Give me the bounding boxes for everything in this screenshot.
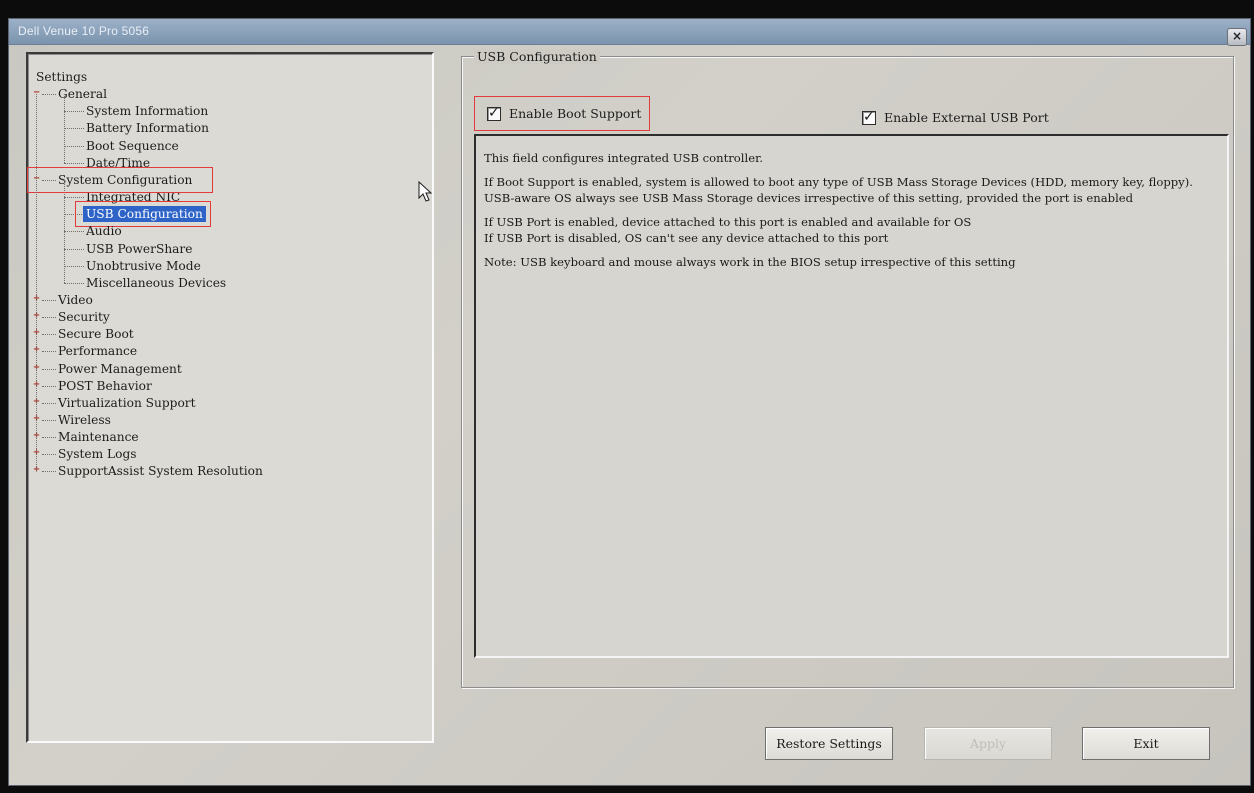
tree-connector bbox=[42, 454, 56, 456]
tree-connector bbox=[42, 471, 56, 473]
tree-connector bbox=[64, 282, 84, 284]
checkmark-icon: ✓ bbox=[863, 108, 875, 125]
desc-line: USB-aware OS always see USB Mass Storage… bbox=[484, 191, 1134, 205]
annotation-highlight-boot-support bbox=[474, 96, 650, 131]
tree-item-audio[interactable]: Audio bbox=[86, 223, 122, 239]
tree-connector bbox=[64, 265, 84, 267]
annotation-highlight-system-configuration bbox=[27, 166, 213, 193]
tree-connector bbox=[42, 299, 56, 301]
tree-item-video[interactable]: Video bbox=[58, 292, 93, 308]
tree-item-system-logs[interactable]: System Logs bbox=[58, 446, 137, 462]
tree-item-virtualization-support[interactable]: Virtualization Support bbox=[58, 395, 196, 411]
tree-connector bbox=[42, 94, 56, 96]
enable-external-usb-port-label[interactable]: Enable External USB Port bbox=[884, 110, 1049, 125]
help-description-text: This field configures integrated USB con… bbox=[484, 150, 1229, 278]
enable-external-usb-port-option[interactable]: ✓ Enable External USB Port bbox=[862, 108, 1049, 125]
tree-connector bbox=[42, 351, 56, 353]
desc-line: This field configures integrated USB con… bbox=[484, 151, 764, 165]
tree-connector bbox=[42, 402, 56, 404]
tree-connector bbox=[42, 334, 56, 336]
tree-item-boot-sequence[interactable]: Boot Sequence bbox=[86, 138, 179, 154]
desc-line: Note: USB keyboard and mouse always work… bbox=[484, 255, 1016, 269]
group-title: USB Configuration bbox=[474, 49, 600, 64]
tree-connector bbox=[64, 94, 65, 163]
tree-item-general[interactable]: General bbox=[58, 86, 107, 102]
tree-connector bbox=[42, 420, 56, 421]
tree-item-performance[interactable]: Performance bbox=[58, 343, 137, 359]
apply-button[interactable]: Apply bbox=[924, 727, 1052, 760]
tree-connector bbox=[64, 197, 84, 199]
tree-connector bbox=[36, 94, 37, 472]
tree-connector bbox=[64, 231, 84, 233]
exit-button[interactable]: Exit bbox=[1082, 727, 1210, 760]
settings-tree: Settings − General System Information Batter… bbox=[27, 54, 432, 741]
tree-item-security[interactable]: Security bbox=[58, 309, 110, 325]
tree-connector bbox=[64, 111, 84, 113]
tree-item-maintenance[interactable]: Maintenance bbox=[58, 429, 139, 445]
title-bar: Dell Venue 10 Pro 5056 × bbox=[9, 19, 1250, 46]
tree-item-supportassist-system-resolution[interactable]: SupportAssist System Resolution bbox=[58, 463, 263, 479]
tree-connector bbox=[64, 248, 84, 250]
window-title: Dell Venue 10 Pro 5056 bbox=[18, 24, 150, 38]
tree-item-system-information[interactable]: System Information bbox=[86, 103, 208, 119]
tree-item-battery-information[interactable]: Battery Information bbox=[86, 120, 209, 136]
desc-line: If USB Port is enabled, device attached … bbox=[484, 215, 972, 229]
mouse-pointer-icon bbox=[418, 181, 433, 202]
tree-connector bbox=[42, 385, 56, 387]
tree-item-power-management[interactable]: Power Management bbox=[58, 361, 182, 377]
tree-connector bbox=[42, 317, 56, 319]
restore-settings-button[interactable]: Restore Settings bbox=[765, 727, 893, 760]
tree-item-secure-boot[interactable]: Secure Boot bbox=[58, 326, 134, 342]
desc-line: If USB Port is disabled, OS can't see an… bbox=[484, 231, 889, 245]
tree-item-wireless[interactable]: Wireless bbox=[58, 412, 111, 428]
tree-connector bbox=[42, 368, 56, 370]
desc-line: If Boot Support is enabled, system is al… bbox=[484, 175, 1193, 189]
help-description-box: This field configures integrated USB con… bbox=[474, 134, 1229, 658]
tree-item-usb-powershare[interactable]: USB PowerShare bbox=[86, 241, 192, 257]
settings-tree-panel[interactable]: Settings − General System Information Batter… bbox=[26, 52, 434, 743]
tree-connector bbox=[64, 128, 84, 130]
tree-item-unobtrusive-mode[interactable]: Unobtrusive Mode bbox=[86, 258, 201, 274]
enable-external-usb-port-checkbox[interactable]: ✓ bbox=[862, 108, 876, 125]
tree-connector bbox=[64, 162, 84, 164]
tree-root-settings[interactable]: Settings bbox=[36, 69, 87, 85]
tree-connector bbox=[64, 145, 84, 147]
tree-connector bbox=[42, 437, 56, 439]
close-button[interactable]: × bbox=[1227, 28, 1247, 46]
tree-item-post-behavior[interactable]: POST Behavior bbox=[58, 378, 152, 394]
tree-item-miscellaneous-devices[interactable]: Miscellaneous Devices bbox=[86, 275, 226, 291]
tree-connector bbox=[64, 179, 65, 283]
close-icon: × bbox=[1231, 29, 1243, 43]
